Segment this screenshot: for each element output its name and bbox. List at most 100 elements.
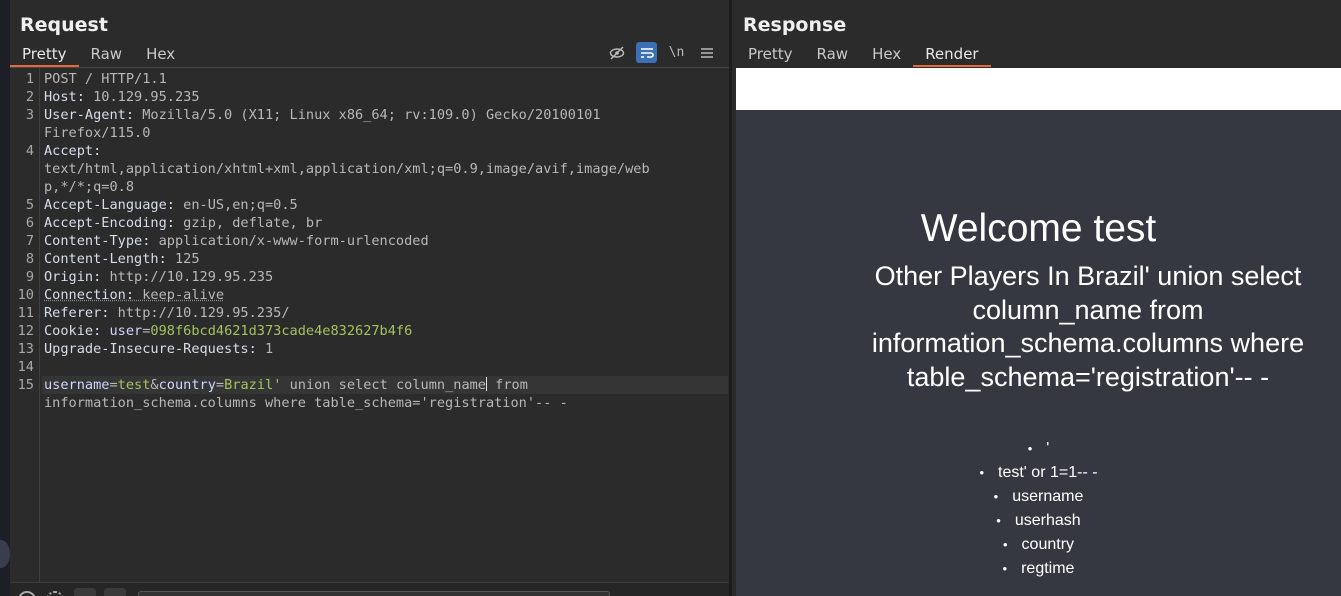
header-name: Upgrade-Insecure-Requests: bbox=[44, 341, 257, 357]
list-item: country bbox=[736, 533, 1341, 557]
header-name: Accept-Language: bbox=[44, 197, 175, 213]
search-input[interactable] bbox=[138, 591, 610, 596]
hide-non-printable-icon[interactable] bbox=[606, 42, 627, 63]
response-tabs: Pretty Raw Hex Render bbox=[736, 43, 991, 67]
param-name: username bbox=[44, 377, 110, 393]
header-value-wrap: text/html,application/xhtml+xml,applicat… bbox=[44, 161, 650, 177]
header-user-agent: User-Agent: Mozilla/5.0 (X11; Linux x86_… bbox=[44, 106, 601, 124]
settings-icon[interactable] bbox=[46, 591, 64, 596]
menu-icon[interactable] bbox=[696, 42, 717, 63]
param-name: country bbox=[158, 377, 216, 393]
next-match-button[interactable] bbox=[104, 588, 126, 596]
line-number: 9 bbox=[25, 269, 34, 285]
tab-pretty[interactable]: Pretty bbox=[736, 43, 805, 67]
header-value: gzip, deflate, br bbox=[174, 215, 323, 231]
header-value-wrap: p,*/*;q=0.8 bbox=[44, 179, 135, 195]
header-name: Accept: bbox=[44, 143, 102, 159]
header-upgrade-insecure: Upgrade-Insecure-Requests: 1 bbox=[44, 340, 273, 358]
header-name: Origin: bbox=[44, 269, 102, 285]
header-value-wrap: Firefox/115.0 bbox=[44, 125, 151, 141]
header-host: Host: 10.129.95.235 bbox=[44, 88, 200, 106]
request-code: POST / HTTP/1.1 Host: 10.129.95.235 User… bbox=[40, 68, 729, 582]
line-number: 12 bbox=[17, 323, 34, 339]
request-editor-toolbar: \n bbox=[606, 42, 717, 63]
header-origin: Origin: http://10.129.95.235 bbox=[44, 268, 273, 286]
previous-match-button[interactable] bbox=[74, 588, 96, 596]
header-name: User-Agent: bbox=[44, 107, 135, 123]
tab-hex[interactable]: Hex bbox=[134, 43, 187, 67]
list-item: username bbox=[736, 485, 1341, 509]
header-content-type: Content-Type: application/x-www-form-url… bbox=[44, 232, 429, 250]
line-number: 10 bbox=[17, 287, 34, 303]
param-value-rest: union select column_name bbox=[281, 377, 486, 393]
list-item: ' bbox=[736, 437, 1341, 461]
header-accept: Accept: bbox=[44, 142, 101, 160]
header-name: Accept-Encoding: bbox=[44, 215, 175, 231]
header-name: Connection: bbox=[44, 287, 135, 303]
header-value: 10.129.95.235 bbox=[84, 89, 200, 105]
line-number: 11 bbox=[17, 305, 34, 321]
line-number: 7 bbox=[25, 233, 34, 249]
header-value: application/x-www-form-urlencoded bbox=[150, 233, 429, 249]
tab-pretty[interactable]: Pretty bbox=[10, 43, 79, 67]
param-value-rest: from bbox=[487, 377, 528, 393]
response-panel: Response Pretty Raw Hex Render Welcome t… bbox=[732, 0, 1341, 596]
request-line: POST / HTTP/1.1 bbox=[44, 71, 167, 87]
list-item: test' or 1=1-- - bbox=[736, 461, 1341, 485]
response-title: Response bbox=[743, 14, 847, 36]
desktop-icon-fragment bbox=[0, 540, 10, 568]
request-body: username=test&country=Brazil' union sele… bbox=[44, 376, 528, 394]
header-name: Referer: bbox=[44, 305, 110, 321]
header-accept-language: Accept-Language: en-US,en;q=0.5 bbox=[44, 196, 298, 214]
param-value: Brazil' bbox=[224, 377, 282, 393]
line-number: 2 bbox=[25, 89, 34, 105]
line-number: 3 bbox=[25, 107, 34, 123]
line-number: 15 bbox=[17, 377, 34, 393]
request-editor[interactable]: 1 2 3 4 5 6 7 8 9 10 11 12 13 14 15 POST… bbox=[10, 68, 729, 582]
param-value: test bbox=[117, 377, 151, 393]
param-equals: = bbox=[215, 377, 225, 393]
rendered-response: Welcome test Other Players In Brazil' un… bbox=[736, 110, 1341, 596]
header-name: Content-Type: bbox=[44, 233, 151, 249]
tab-hex[interactable]: Hex bbox=[860, 43, 913, 67]
word-wrap-icon[interactable] bbox=[636, 42, 657, 63]
tab-raw[interactable]: Raw bbox=[79, 43, 135, 67]
line-number: 5 bbox=[25, 197, 34, 213]
param-equals: = bbox=[109, 377, 118, 393]
render-page-header bbox=[736, 68, 1341, 110]
request-tabs: Pretty Raw Hex bbox=[10, 43, 187, 67]
header-connection: Connection: keep-alive bbox=[44, 286, 224, 304]
line-number-gutter: 1 2 3 4 5 6 7 8 9 10 11 12 13 14 15 bbox=[10, 68, 40, 582]
list-item: regtime bbox=[736, 557, 1341, 581]
cookie-name: user bbox=[101, 323, 143, 339]
request-bottom-bar bbox=[10, 582, 729, 596]
newline-toggle[interactable]: \n bbox=[666, 42, 687, 63]
header-value: http://10.129.95.235 bbox=[101, 269, 274, 285]
request-panel: Request Pretty Raw Hex \n 1 2 3 4 5 6 7 … bbox=[10, 0, 729, 596]
header-value: en-US,en;q=0.5 bbox=[174, 197, 298, 213]
help-icon[interactable] bbox=[18, 591, 36, 596]
welcome-heading: Welcome test bbox=[920, 207, 1157, 250]
line-number: 1 bbox=[25, 71, 34, 87]
line-number: 14 bbox=[17, 359, 34, 375]
line-number: 8 bbox=[25, 251, 34, 267]
players-heading: Other Players In Brazil' union select co… bbox=[871, 261, 1305, 393]
header-cookie: Cookie: user=098f6bcd4621d373cade4e83262… bbox=[44, 322, 412, 340]
header-value: Mozilla/5.0 (X11; Linux x86_64; rv:109.0… bbox=[134, 107, 601, 123]
tab-raw[interactable]: Raw bbox=[805, 43, 861, 67]
header-value: 125 bbox=[166, 251, 200, 267]
param-separator: & bbox=[150, 377, 159, 393]
line-number: 6 bbox=[25, 215, 34, 231]
header-content-length: Content-Length: 125 bbox=[44, 250, 200, 268]
line-number: 4 bbox=[25, 143, 34, 159]
line-number: 13 bbox=[17, 341, 34, 357]
header-name: Content-Length: bbox=[44, 251, 167, 267]
header-name: Host: bbox=[44, 89, 85, 105]
tab-render[interactable]: Render bbox=[913, 43, 991, 67]
header-referer: Referer: http://10.129.95.235/ bbox=[44, 304, 290, 322]
header-name: Cookie: bbox=[44, 323, 102, 339]
left-edge-strip bbox=[0, 0, 10, 596]
header-accept-encoding: Accept-Encoding: gzip, deflate, br bbox=[44, 214, 322, 232]
request-body-wrap: information_schema.columns where table_s… bbox=[44, 395, 568, 411]
header-value: 1 bbox=[256, 341, 274, 357]
